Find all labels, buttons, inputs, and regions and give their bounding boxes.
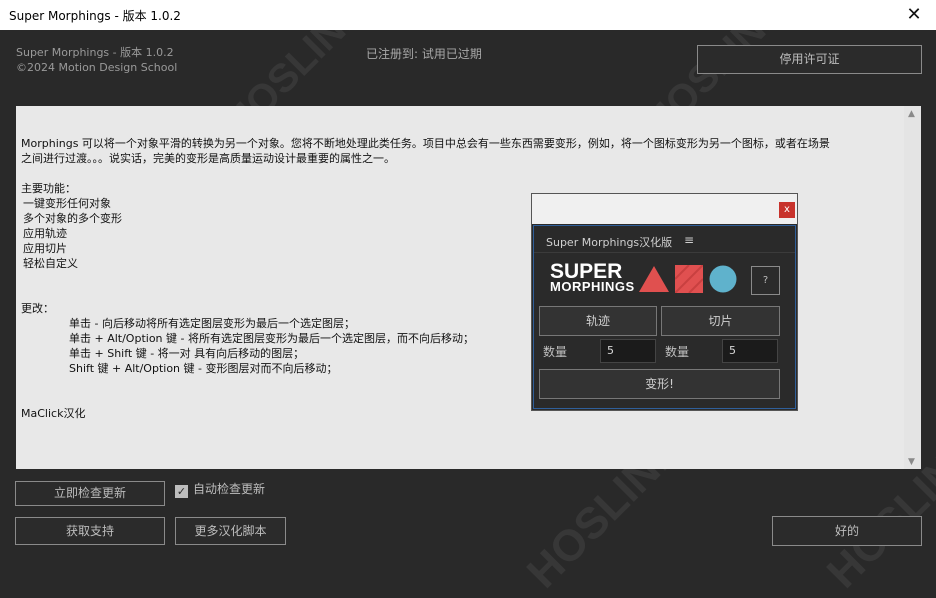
- feature-item: 应用轨迹: [23, 227, 67, 240]
- window-title: Super Morphings - 版本 1.0.2: [9, 9, 181, 23]
- panel-body: Super Morphings汉化版 ≡ SUPER MORPHINGS ? 轨…: [533, 225, 796, 409]
- window-titlebar: Super Morphings - 版本 1.0.2 ✕: [0, 0, 936, 30]
- copyright: ©2024 Motion Design School: [16, 61, 178, 74]
- feature-item: 应用切片: [23, 242, 67, 255]
- auto-update-checkbox[interactable]: ✓ 自动检查更新: [175, 480, 265, 498]
- count-input-trail: 5: [600, 339, 656, 363]
- credit-text: MaClick汉化: [21, 407, 86, 420]
- circle-icon: [709, 265, 737, 293]
- changes-title: 更改：: [21, 302, 54, 315]
- feature-item: 多个对象的多个变形: [23, 212, 122, 225]
- panel-titlebar: x: [532, 194, 797, 224]
- count-label: 数量: [543, 345, 568, 359]
- super-morphings-logo: SUPER MORPHINGS: [550, 260, 635, 294]
- intro-line: 之间进行过渡。。。说实话，完美的变形是高质量运动设计最重要的属性之一。: [21, 152, 395, 165]
- help-button: ?: [751, 266, 780, 295]
- panel-title: Super Morphings汉化版: [546, 236, 673, 249]
- features-title: 主要功能：: [21, 182, 76, 195]
- logo-line-1: SUPER: [550, 260, 623, 283]
- auto-update-label: 自动检查更新: [193, 482, 266, 496]
- count-input-slice: 5: [722, 339, 778, 363]
- app-version: Super Morphings - 版本 1.0.2: [16, 46, 174, 59]
- vertical-scrollbar[interactable]: ▲ ▼: [904, 106, 921, 469]
- checkbox-checked-icon[interactable]: ✓: [175, 485, 188, 498]
- ok-button[interactable]: 好的: [772, 516, 922, 546]
- logo-line-2: MORPHINGS: [550, 279, 635, 294]
- scroll-down-icon[interactable]: ▼: [908, 457, 915, 467]
- count-label: 数量: [665, 345, 690, 359]
- registration-status: 已注册到: 试用已过期: [366, 47, 482, 61]
- trail-button: 轨迹: [539, 306, 657, 336]
- change-item: 单击 + Shift 键 - 将一对 具有向后移动的图层；: [69, 347, 305, 360]
- plugin-panel-preview: x Super Morphings汉化版 ≡ SUPER MORPHINGS ?…: [531, 193, 798, 411]
- feature-item: 轻松自定义: [23, 257, 78, 270]
- morph-button: 变形!: [539, 369, 780, 399]
- slice-button: 切片: [661, 306, 780, 336]
- app-info: Super Morphings - 版本 1.0.2 ©2024 Motion …: [16, 45, 177, 75]
- scroll-up-icon[interactable]: ▲: [908, 109, 915, 119]
- deactivate-license-button[interactable]: 停用许可证: [697, 45, 922, 74]
- panel-close-icon: x: [779, 202, 795, 218]
- change-item: 单击 + Alt/Option 键 - 将所有选定图层变形为最后一个选定图层，而…: [69, 332, 474, 345]
- close-icon[interactable]: ✕: [900, 3, 928, 27]
- check-update-button[interactable]: 立即检查更新: [15, 481, 165, 506]
- square-icon: [675, 265, 703, 293]
- change-item: 单击 - 向后移动将所有选定图层变形为最后一个选定图层；: [69, 317, 355, 330]
- hamburger-menu-icon: ≡: [684, 233, 695, 247]
- change-item: Shift 键 + Alt/Option 键 - 变形图层对而不向后移动；: [69, 362, 338, 375]
- get-support-button[interactable]: 获取支持: [15, 517, 165, 545]
- intro-line: Morphings 可以将一个对象平滑的转换为另一个对象。您将不断地处理此类任务…: [21, 137, 830, 150]
- more-scripts-button[interactable]: 更多汉化脚本: [175, 517, 286, 545]
- feature-item: 一键变形任何对象: [23, 197, 111, 210]
- divider: [534, 252, 795, 253]
- triangle-icon: [639, 266, 669, 292]
